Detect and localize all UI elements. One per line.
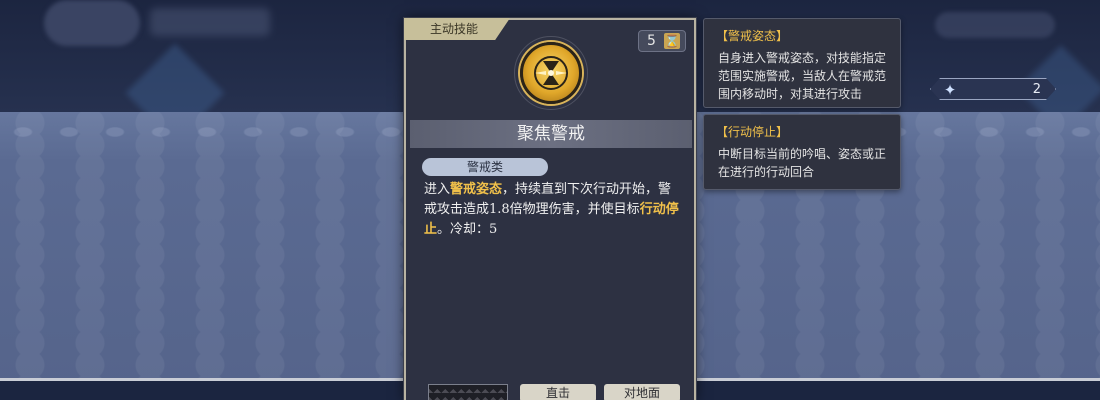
skill-tags-row: 直击 对地面 (428, 384, 680, 400)
tooltip-alert-stance-line: 围内移动时，对其进行攻击 (718, 87, 863, 101)
skill-category-tag: 主动技能 (404, 18, 510, 40)
tooltip-alert-stance: 【警戒姿态】 自身进入警戒姿态，对技能指定 范围实施警戒，当敌人在警戒范 围内移… (703, 18, 901, 108)
top-resource-blurred (935, 12, 1055, 38)
hourglass-icon: ⌛ (664, 33, 680, 49)
tooltip-action-stop-line: 在进行的行动回合 (718, 165, 815, 179)
resource-count: 2 (1032, 82, 1041, 97)
skill-card: 主动技能 5 ⌛ 聚焦警戒 警戒类 进入警戒姿态，持续直到下次行动开始，警戒攻击… (404, 18, 696, 400)
page-title-blurred (150, 8, 270, 36)
range-pattern-preview (428, 384, 508, 400)
back-button-blurred (44, 0, 140, 46)
skill-type-chip: 警戒类 (422, 158, 548, 176)
tooltip-alert-stance-line: 自身进入警戒姿态，对技能指定 (718, 51, 887, 65)
tag-direct-hit: 直击 (520, 384, 596, 400)
crystal-icon: ✦ (943, 81, 957, 99)
tooltip-action-stop-line: 中断目标当前的吟唱、姿态或正 (718, 147, 887, 161)
tooltip-action-stop-title: 【行动停止】 (716, 125, 789, 139)
skill-name-bar: 聚焦警戒 (410, 120, 692, 148)
skill-name: 聚焦警戒 (517, 124, 585, 144)
skill-cost-badge: 5 ⌛ (638, 30, 686, 52)
resource-counter[interactable]: ✦ 2 (930, 78, 1056, 100)
skill-cost-value: 5 (647, 33, 656, 49)
skill-description: 进入警戒姿态，持续直到下次行动开始，警戒攻击造成1.8倍物理伤害，并使目标行动停… (424, 180, 682, 240)
tooltip-action-stop: 【行动停止】 中断目标当前的吟唱、姿态或正 在进行的行动回合 (703, 114, 901, 190)
description-text: 进入 (424, 182, 451, 197)
description-text: 。冷却：5 (437, 222, 498, 237)
tooltip-alert-stance-line: 范围实施警戒，当敌人在警戒范 (718, 69, 887, 83)
focus-alert-skill-icon (520, 42, 582, 104)
tooltip-alert-stance-title: 【警戒姿态】 (716, 29, 789, 43)
tag-ground-target: 对地面 (604, 384, 680, 400)
description-keyword[interactable]: 警戒姿态 (450, 182, 502, 197)
skill-icon-container (514, 36, 588, 110)
skill-category-label: 主动技能 (430, 22, 479, 36)
